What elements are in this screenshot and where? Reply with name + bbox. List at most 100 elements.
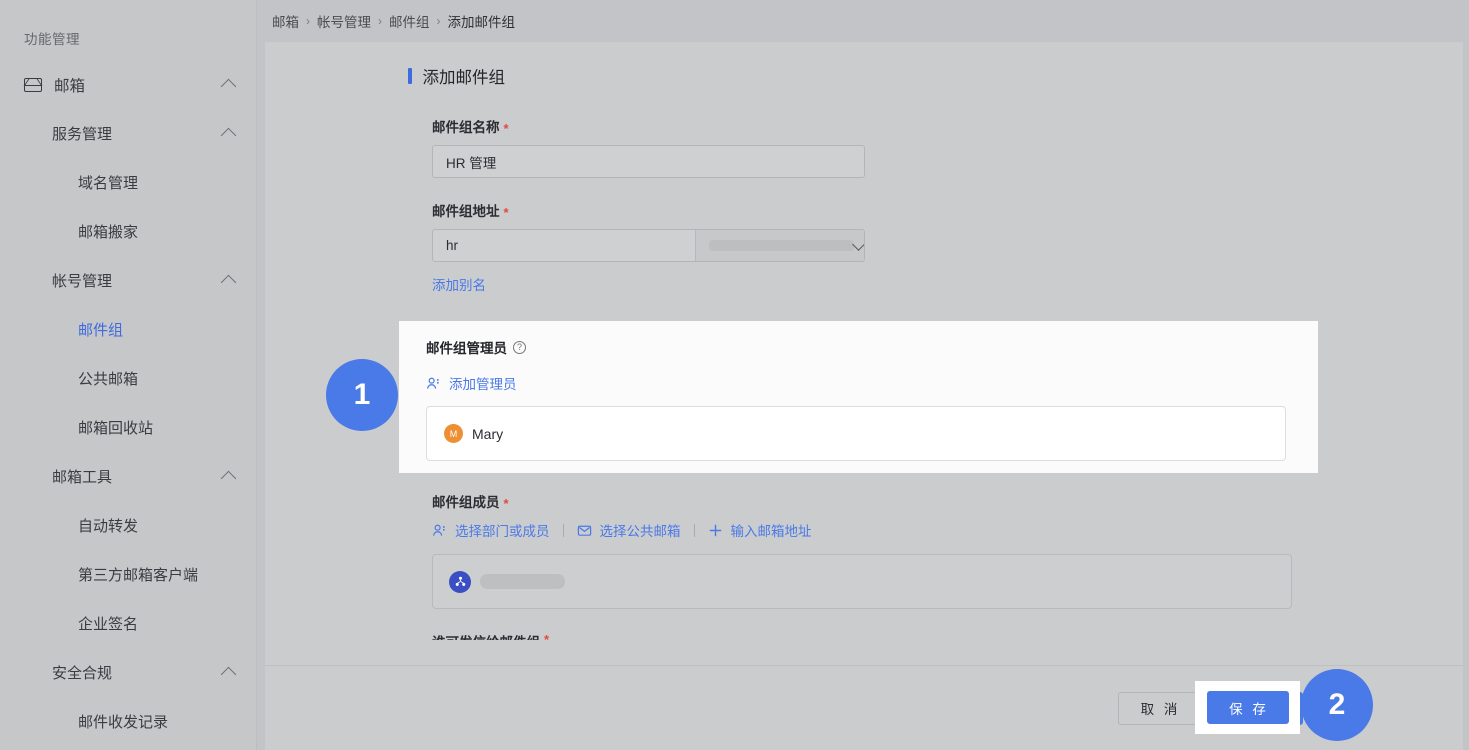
group-name-label: 邮件组名称 * xyxy=(432,116,1463,136)
sidebar-item-label: 帐号管理 xyxy=(52,273,113,290)
required-asterisk: * xyxy=(503,495,509,511)
group-members-label: 邮件组成员 * xyxy=(432,491,1463,511)
field-group-members: 邮件组成员 * 选择部门或成员 选择公共邮箱 输入邮箱地址 xyxy=(432,491,1463,609)
breadcrumb-item-3: 添加邮件组 xyxy=(447,15,516,30)
chevron-up-icon[interactable] xyxy=(220,127,237,144)
enter-email-address-label: 输入邮箱地址 xyxy=(730,524,812,539)
member-chip[interactable] xyxy=(449,570,565,593)
add-user-icon xyxy=(427,377,439,389)
select-department-or-member-label: 选择部门或成员 xyxy=(455,524,550,539)
field-group-address: 邮件组地址 * hr 添加别名 xyxy=(432,200,1463,295)
add-admin-button[interactable]: 添加管理员 xyxy=(426,373,1318,393)
required-asterisk: * xyxy=(503,204,509,220)
sidebar-item-label: 域名管理 xyxy=(78,175,139,192)
org-tree-icon xyxy=(449,570,471,593)
domain-redacted-value xyxy=(709,240,854,251)
add-alias-link[interactable]: 添加别名 xyxy=(432,274,486,294)
sidebar-item-2[interactable]: 域名管理 xyxy=(0,158,256,207)
group-members-label-text: 邮件组成员 xyxy=(432,495,500,510)
mail-icon xyxy=(577,525,591,536)
who-can-send-label-text: 谁可发信给邮件组 xyxy=(432,631,540,640)
divider xyxy=(693,523,695,537)
sidebar-item-label: 公共邮箱 xyxy=(78,371,139,388)
question-circle-icon[interactable]: ? xyxy=(513,340,526,354)
save-highlight-panel: 保 存 xyxy=(1195,681,1300,734)
sidebar-item-5[interactable]: 邮件组 xyxy=(0,305,256,354)
page-title: 添加邮件组 xyxy=(422,69,506,87)
group-address-label-text: 邮件组地址 xyxy=(432,204,500,219)
group-admins-label-text: 邮件组管理员 xyxy=(426,341,507,356)
sidebar-item-0[interactable]: 邮箱 xyxy=(0,60,256,109)
sidebar-item-12[interactable]: 安全合规 xyxy=(0,648,256,697)
users-icon xyxy=(433,524,445,536)
select-public-mailbox-button[interactable]: 选择公共邮箱 xyxy=(577,520,681,540)
member-chip-redacted-label xyxy=(480,574,565,589)
plus-icon xyxy=(709,524,721,536)
sidebar-item-label: 安全合规 xyxy=(52,665,113,682)
sidebar-item-label: 邮箱回收站 xyxy=(78,420,154,437)
sidebar-item-label: 服务管理 xyxy=(52,126,113,143)
page-header: 添加邮件组 xyxy=(265,42,1463,88)
admin-list-box[interactable]: M Mary xyxy=(426,406,1286,461)
sidebar-item-label: 邮件收发记录 xyxy=(78,714,169,731)
group-name-label-text: 邮件组名称 xyxy=(432,120,500,135)
sidebar-item-7[interactable]: 邮箱回收站 xyxy=(0,403,256,452)
group-address-domain-select[interactable] xyxy=(696,230,864,261)
breadcrumb-separator: › xyxy=(378,14,382,28)
group-address-label: 邮件组地址 * xyxy=(432,200,1463,220)
breadcrumb: 邮箱 › 帐号管理 › 邮件组 › 添加邮件组 xyxy=(257,0,1469,42)
cancel-button[interactable]: 取 消 xyxy=(1118,691,1200,725)
enter-email-address-button[interactable]: 输入邮箱地址 xyxy=(708,520,812,540)
chevron-up-icon[interactable] xyxy=(220,666,237,683)
step-badge-1: 1 xyxy=(326,359,398,431)
breadcrumb-separator: › xyxy=(436,14,441,28)
sidebar-item-13[interactable]: 邮件收发记录 xyxy=(0,697,256,746)
chevron-up-icon[interactable] xyxy=(220,78,237,95)
required-asterisk: * xyxy=(544,632,550,640)
who-can-send-label: 谁可发信给邮件组 * xyxy=(432,631,1463,640)
sidebar-item-11[interactable]: 企业签名 xyxy=(0,599,256,648)
required-asterisk: * xyxy=(503,120,509,136)
sidebar-item-label: 邮箱搬家 xyxy=(78,224,139,241)
sidebar-item-label: 第三方邮箱客户端 xyxy=(78,567,199,584)
group-address-local-input[interactable]: hr xyxy=(433,230,696,261)
select-public-mailbox-label: 选择公共邮箱 xyxy=(599,524,681,539)
chevron-up-icon[interactable] xyxy=(220,274,237,291)
title-accent-bar xyxy=(408,68,412,84)
sidebar-item-9[interactable]: 自动转发 xyxy=(0,501,256,550)
admins-highlight-panel: 邮件组管理员 ? 添加管理员 M Mary xyxy=(399,321,1318,473)
sidebar-item-8[interactable]: 邮箱工具 xyxy=(0,452,256,501)
step-badge-2: 2 xyxy=(1301,669,1373,741)
sidebar-item-label: 企业签名 xyxy=(78,616,139,633)
breadcrumb-separator: › xyxy=(306,14,310,28)
save-button[interactable]: 保 存 xyxy=(1206,691,1289,724)
avatar: M xyxy=(444,424,463,443)
sidebar-item-6[interactable]: 公共邮箱 xyxy=(0,354,256,403)
sidebar-item-3[interactable]: 邮箱搬家 xyxy=(0,207,256,256)
sidebar-item-label: 邮箱工具 xyxy=(52,469,113,486)
breadcrumb-item-2[interactable]: 邮件组 xyxy=(389,11,430,31)
sidebar-item-1[interactable]: 服务管理 xyxy=(0,109,256,158)
chevron-down-icon xyxy=(852,237,864,251)
chevron-up-icon[interactable] xyxy=(220,470,237,487)
admin-name: Mary xyxy=(472,425,504,442)
select-department-or-member-button[interactable]: 选择部门或成员 xyxy=(432,520,550,540)
sidebar-item-label: 邮件组 xyxy=(78,322,124,339)
breadcrumb-item-0[interactable]: 邮箱 xyxy=(272,11,299,31)
sidebar-nav: 邮箱服务管理域名管理邮箱搬家帐号管理邮件组公共邮箱邮箱回收站邮箱工具自动转发第三… xyxy=(0,60,256,746)
sidebar-item-10[interactable]: 第三方邮箱客户端 xyxy=(0,550,256,599)
app-root: 功能管理 邮箱 服务管理 域名管理 邮箱搬家 帐号管理 邮件组 公共邮箱 邮箱回收站 邮箱工具自… xyxy=(0,0,1469,750)
group-name-input[interactable]: HR 管理 xyxy=(432,145,865,178)
group-address-row: hr xyxy=(432,229,865,262)
sidebar-item-label: 自动转发 xyxy=(78,518,139,535)
sidebar-item-label: 邮箱 xyxy=(54,77,86,95)
sidebar: 功能管理 邮箱服务管理域名管理邮箱搬家帐号管理邮件组公共邮箱邮箱回收站邮箱工具自… xyxy=(0,0,257,750)
sidebar-title: 功能管理 xyxy=(24,32,80,47)
mail-icon xyxy=(24,77,42,92)
sidebar-item-4[interactable]: 帐号管理 xyxy=(0,256,256,305)
group-admins-label-highlight: 邮件组管理员 ? xyxy=(426,337,1318,357)
divider xyxy=(562,523,564,537)
add-admin-label: 添加管理员 xyxy=(449,377,517,392)
members-box[interactable] xyxy=(432,554,1292,609)
breadcrumb-item-1[interactable]: 帐号管理 xyxy=(317,11,371,31)
